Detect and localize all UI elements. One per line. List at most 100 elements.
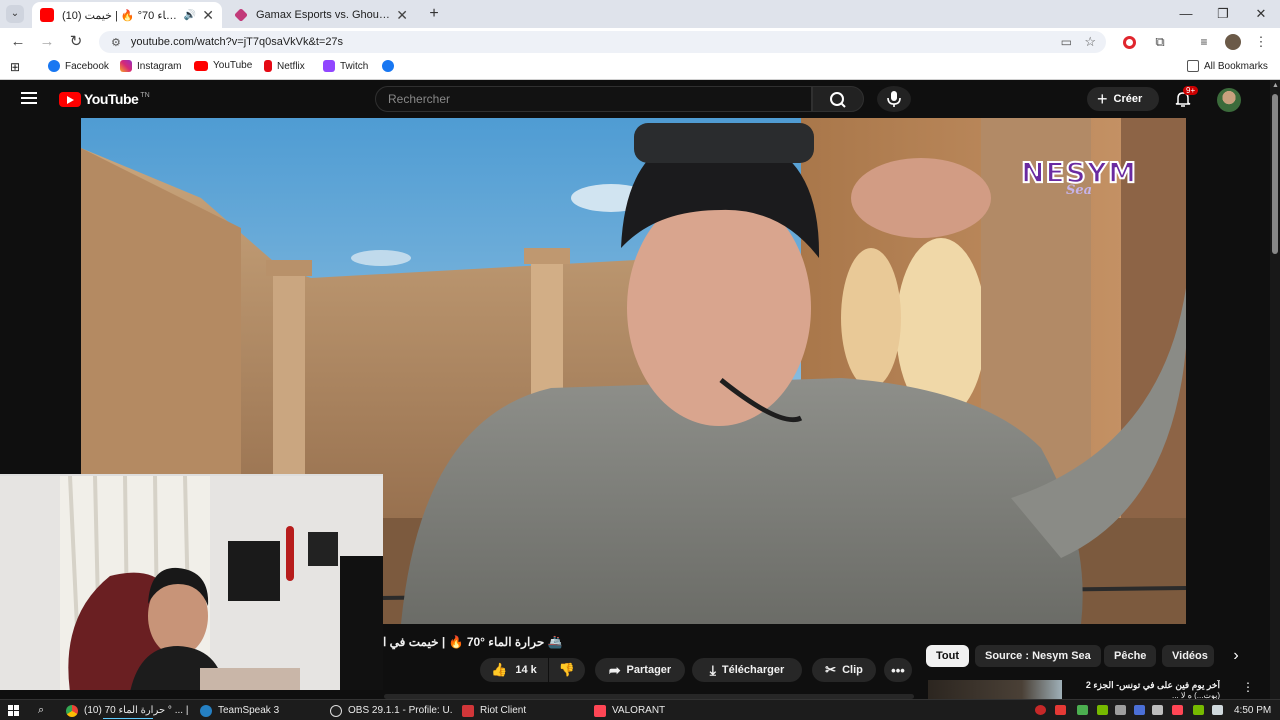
scroll-up-arrow-icon[interactable]: ▲ [1272,82,1279,89]
search-button[interactable] [812,86,864,112]
taskbar-item-chrome[interactable]: (10) حرارة الماء 70 ° ... | [66,702,190,719]
youtube-wordmark: YouTube [84,91,139,107]
bookmark-twitch[interactable]: Twitch [323,60,368,72]
all-bookmarks-folder[interactable]: All Bookmarks [1187,60,1268,72]
thumbs-down-icon: 👎 [558,662,576,677]
taskbar-item-obs[interactable]: OBS 29.1.1 - Profile: U... [330,702,452,719]
youtube-header: YouTube TN Rechercher + Créer 9+ [0,80,1270,118]
bookmark-label: Instagram [137,60,182,72]
youtube-logo[interactable]: YouTube TN [59,91,150,107]
tray-record-icon[interactable] [1055,705,1066,715]
forward-arrow-icon[interactable]: → [37,32,57,52]
share-arrow-icon: ➦ [608,661,621,678]
reload-icon[interactable]: ↻ [66,32,86,52]
recommended-title: آخر يوم فين على في تونس- الجزء 2 [1085,680,1220,690]
taskbar-item-teamspeak[interactable]: TeamSpeak 3 [200,702,279,719]
tray-speaker-icon[interactable] [1152,705,1163,715]
profile-avatar[interactable] [1225,34,1241,50]
recommended-menu-icon[interactable]: ⋮ [1242,680,1254,694]
recommended-subtitle: (بوت...) ه لا ... [1172,691,1220,699]
bookmark-label: YouTube [213,60,253,71]
tray-app-icon[interactable] [1035,705,1046,715]
scissors-icon: ✂ [825,662,837,677]
netflix-icon [264,60,272,72]
microphone-icon [887,91,901,107]
riot-client-icon [462,704,474,717]
account-avatar[interactable] [1217,88,1241,112]
create-button[interactable]: + Créer [1087,87,1159,111]
chip-videos[interactable]: Vidéos [1162,645,1214,667]
bookmark-facebook[interactable]: Facebook [48,60,109,72]
tray-storage-icon[interactable] [1212,705,1223,715]
folder-icon [1187,60,1199,72]
bookmark-instagram[interactable]: Instagram [120,60,181,72]
page-scrollbar[interactable]: ▲ [1270,80,1280,702]
browser-toolbar: ← → ↻ ⚙ youtube.com/watch?v=jT7q0saVkVk&… [0,28,1280,56]
like-count: 14 k [515,664,537,676]
tray-network-icon[interactable] [1115,705,1126,715]
taskbar-search-icon[interactable]: ⌕ [38,702,44,719]
address-bar[interactable]: ⚙ youtube.com/watch?v=jT7q0saVkVk&t=27s … [99,31,1106,53]
opera-extension-icon[interactable] [1123,36,1136,49]
valorant-icon [594,704,606,717]
chip-all[interactable]: Tout [926,645,970,667]
more-actions-button[interactable]: ••• [884,658,912,682]
browser-menu-icon[interactable]: ⋮ [1251,32,1271,52]
recommended-video-item[interactable]: آخر يوم فين على في تونس- الجزء 2 (بوت...… [928,678,1264,699]
country-code: TN [140,91,150,99]
tray-battery-icon[interactable] [1077,705,1088,715]
youtube-favicon-icon [40,8,54,22]
start-button[interactable] [8,702,19,719]
hamburger-menu-icon[interactable] [21,92,37,104]
tray-valorant-icon[interactable] [1172,705,1183,715]
windows-taskbar: ⌕ (10) حرارة الماء 70 ° ... | TeamSpeak … [0,699,1280,720]
thumbs-up-icon: 👍 [491,662,508,677]
tab-search-button[interactable]: ⌄ [6,5,24,23]
minimize-window-button[interactable]: — [1168,4,1204,24]
clip-button[interactable]: ✂ Clip [812,658,876,682]
taskbar-item-valorant[interactable]: VALORANT [594,702,665,719]
bookmark-star-icon[interactable]: ☆ [1084,34,1096,50]
bookmark-facebook-2[interactable] [382,60,399,72]
bookmarks-bar: ⊞ Facebook Instagram YouTube Netflix Twi… [0,56,1280,80]
share-label: Partager [626,664,672,676]
like-button[interactable]: 👍 14 k [480,658,548,682]
close-tab-icon[interactable]: ✕ [202,7,214,24]
apps-grid-icon[interactable]: ⊞ [10,60,20,74]
close-window-button[interactable]: ✕ [1243,4,1279,24]
tab-youtube-video[interactable]: (10) حرارة الماء 70° 🔥 | خيمت... 🔊 ✕ [32,2,222,28]
download-button[interactable]: ⤓ Télécharger [692,658,802,682]
restore-window-button[interactable]: ❐ [1205,4,1241,24]
teamspeak-icon [200,704,212,717]
audio-playing-icon[interactable]: 🔊 [184,10,196,21]
taskbar-clock[interactable]: 4:50 PM [1234,702,1271,719]
esports-favicon-icon [234,8,248,22]
obs-icon [330,704,342,717]
chip-fishing[interactable]: Pêche [1104,645,1157,667]
chips-next-arrow-icon[interactable]: › [1226,646,1246,666]
back-arrow-icon[interactable]: ← [8,32,28,52]
voice-search-button[interactable] [877,86,911,112]
windows-logo-icon [8,705,19,716]
search-input[interactable]: Rechercher [375,86,812,112]
bookmark-netflix[interactable]: Netflix [264,60,305,72]
scrollbar-thumb[interactable] [1272,94,1278,254]
tray-gpu-icon[interactable] [1193,705,1204,715]
close-tab-icon[interactable]: ✕ [396,7,408,24]
tray-shield-icon[interactable] [1134,705,1145,715]
bookmark-youtube[interactable]: YouTube [194,60,252,71]
notifications-bell-icon[interactable]: 9+ [1174,86,1199,108]
media-control-icon[interactable]: ≡ [1194,32,1214,52]
chrome-icon [66,704,78,717]
tab-gamax-esports[interactable]: Gamax Esports vs. Ghouls Espo ✕ [226,2,416,28]
instagram-icon [120,60,132,72]
site-info-icon[interactable]: ⚙ [111,36,121,49]
chip-source-channel[interactable]: Source : Nesym Sea [975,645,1101,667]
dislike-button[interactable]: 👎 [549,658,585,682]
share-button[interactable]: ➦ Partager [595,658,685,682]
extensions-puzzle-icon[interactable]: ⧉ [1150,32,1170,52]
tray-nvidia-icon[interactable] [1097,705,1108,715]
cast-icon[interactable]: ▭ [1061,35,1072,49]
taskbar-item-riot-client[interactable]: Riot Client [462,702,526,719]
new-tab-button[interactable]: + [424,4,444,24]
